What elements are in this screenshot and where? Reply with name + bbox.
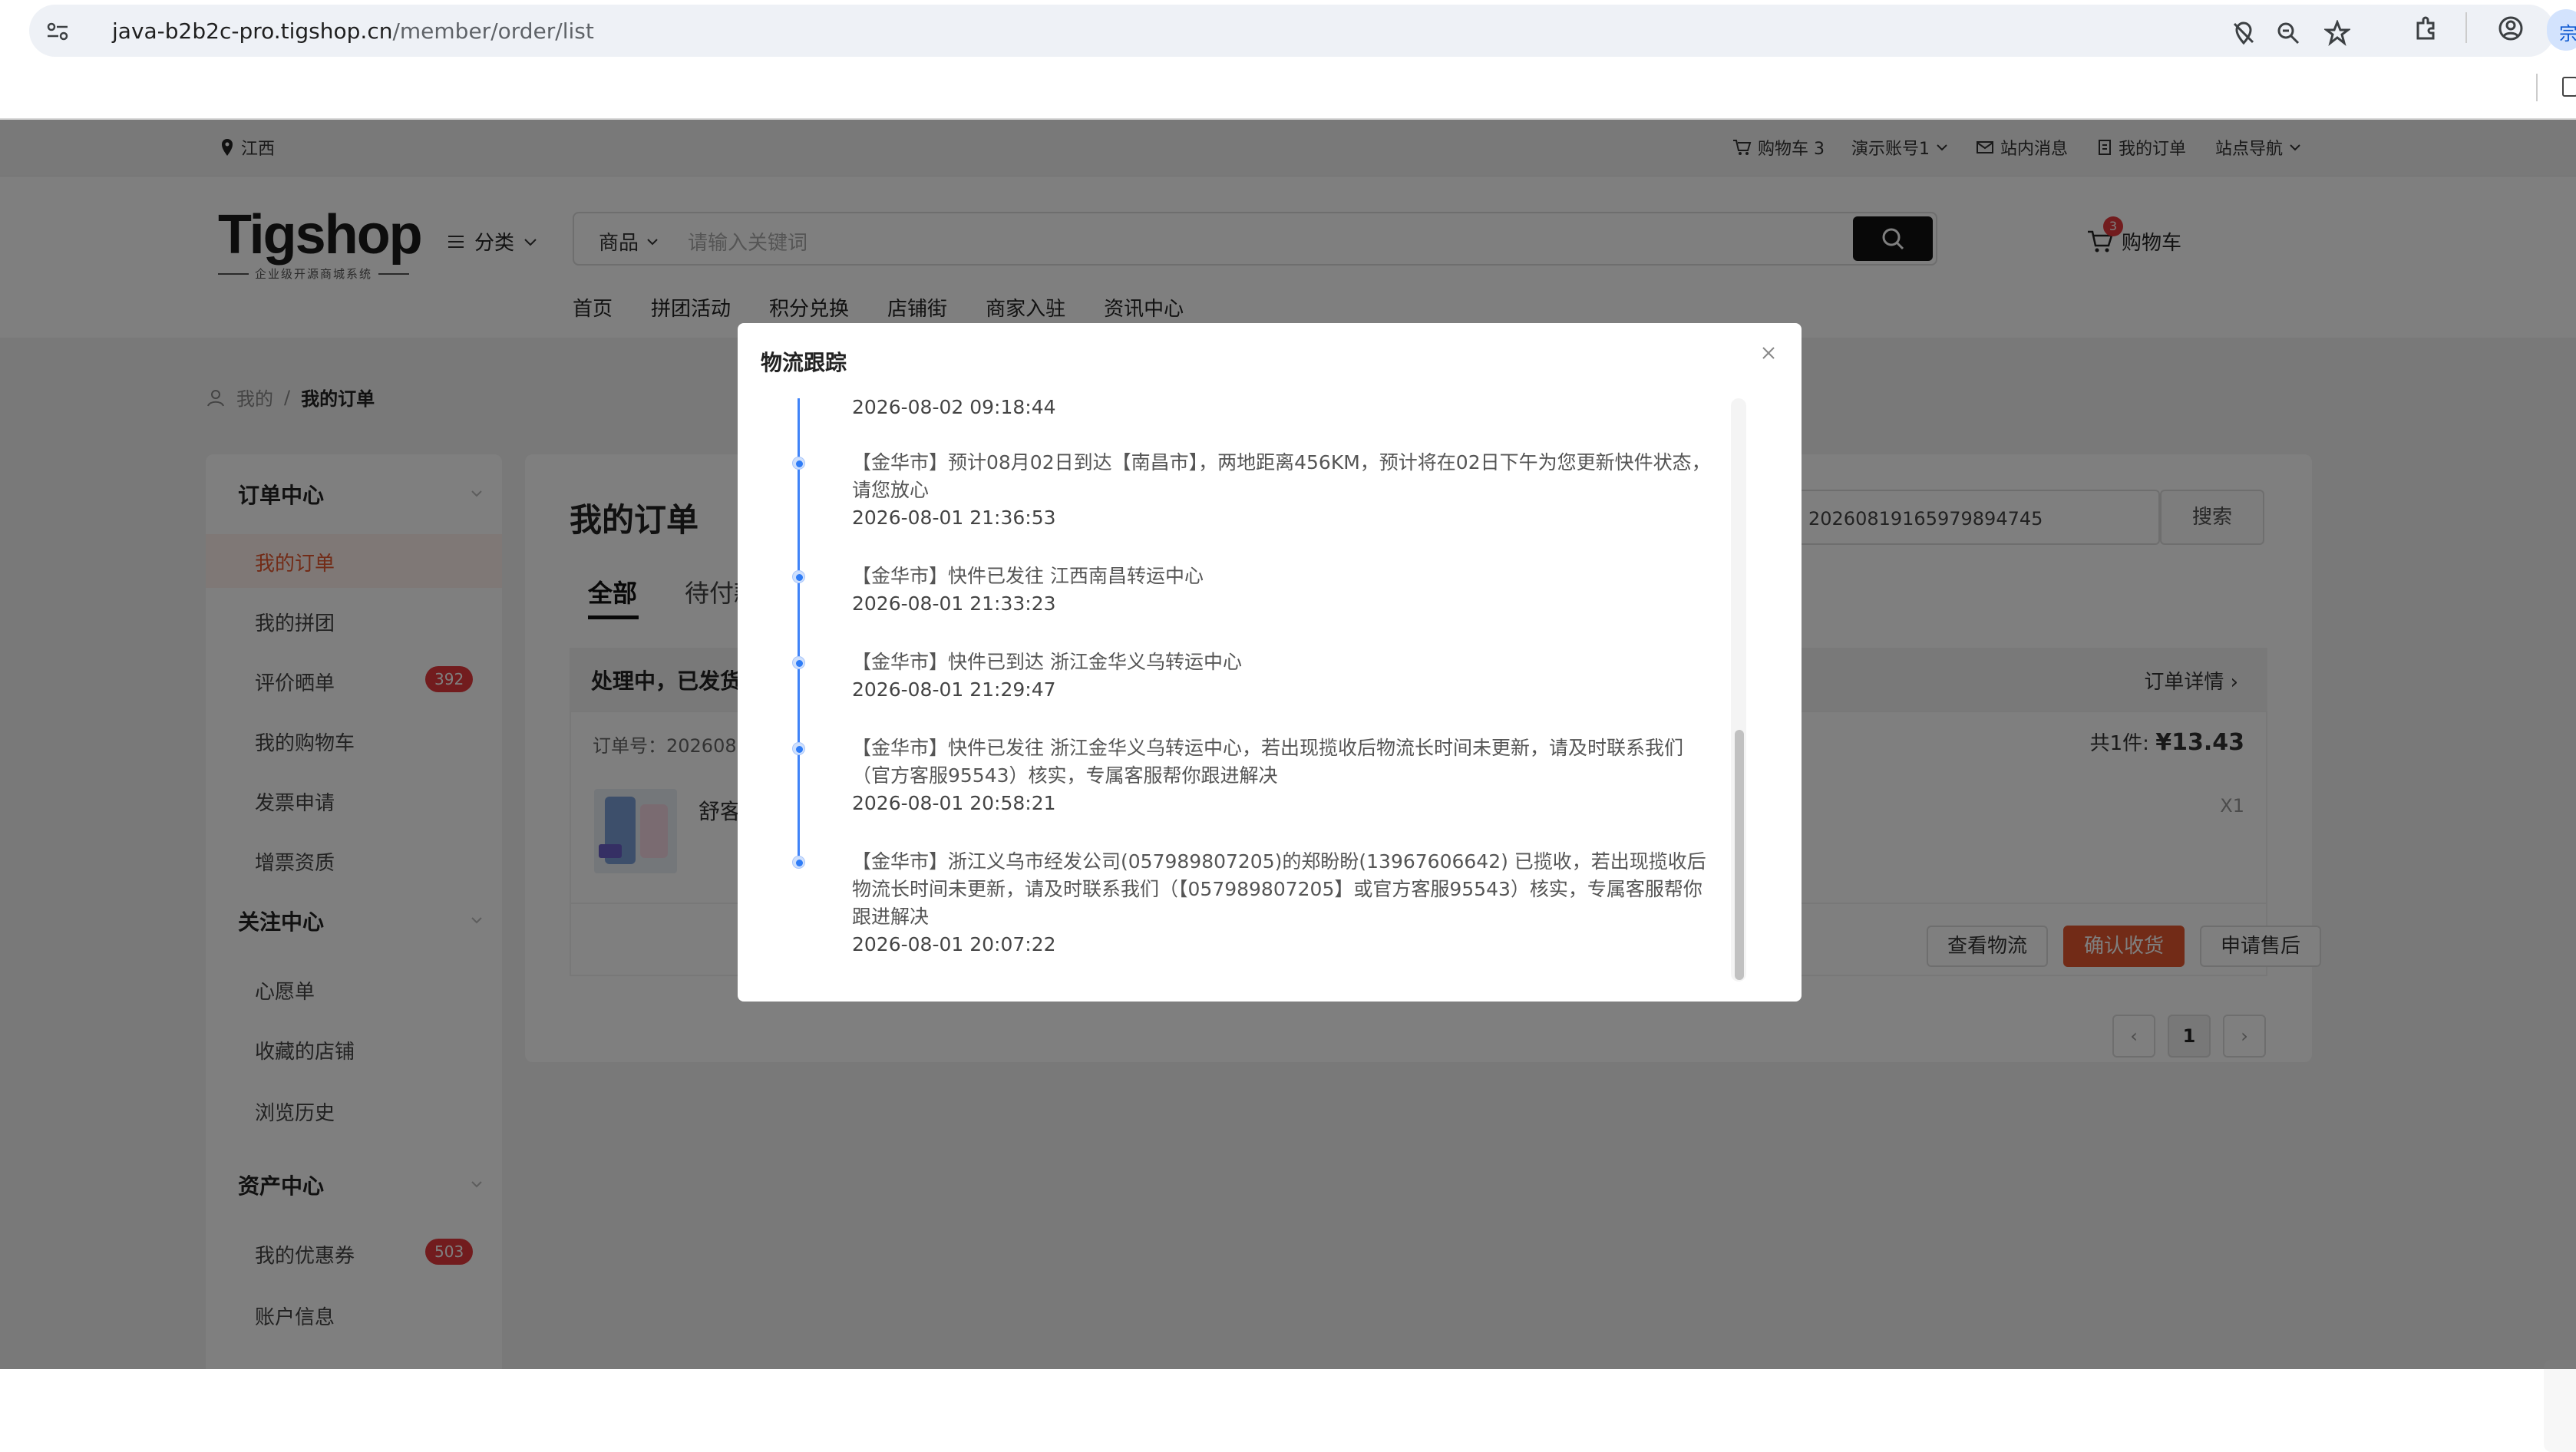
extensions-icon[interactable] — [2413, 15, 2439, 41]
timeline-event: 【金华市】快件已发往 浙江金华义乌转运中心，若出现揽收后物流长时间未更新，请及时… — [852, 734, 1719, 817]
zoom-icon[interactable] — [2275, 20, 2301, 46]
event-time: 2026-08-01 21:33:23 — [852, 592, 1056, 615]
event-time: 2026-08-01 20:58:21 — [852, 792, 1056, 814]
timeline-dot — [792, 656, 805, 669]
profile-icon[interactable] — [2498, 15, 2524, 41]
event-time: 2026-08-01 20:07:22 — [852, 933, 1056, 955]
profile-chip[interactable]: 宗 — [2547, 9, 2576, 51]
modal-title: 物流跟踪 — [761, 350, 847, 375]
bookmark-star-icon[interactable] — [2324, 20, 2350, 46]
logistics-timeline: 2026-08-02 09:18:44 【金华市】预计08月02日到达【南昌市】… — [765, 398, 1755, 983]
timeline-event: 【金华市】快件已到达 浙江金华义乌转运中心 2026-08-01 21:29:4… — [852, 648, 1719, 704]
address-bar[interactable]: java-b2b2c-pro.tigshop.cn/member/order/l… — [29, 5, 2555, 57]
timeline-event: 2026-08-02 09:18:44 — [852, 398, 1719, 421]
timeline-dot — [792, 856, 805, 869]
event-text: 【金华市】预计08月02日到达【南昌市】，两地距离456KM，预计将在02日下午… — [852, 451, 1711, 501]
folder-icon[interactable] — [2562, 77, 2576, 97]
event-text: 【金华市】快件已到达 浙江金华义乌转运中心 — [852, 651, 1242, 673]
event-time: 2026-08-02 09:18:44 — [852, 398, 1056, 418]
bookmarks-divider — [2536, 74, 2538, 101]
scrollbar-thumb[interactable] — [1735, 730, 1744, 980]
timeline-dot — [792, 457, 805, 470]
browser-chrome: java-b2b2c-pro.tigshop.cn/member/order/l… — [0, 0, 2576, 120]
timeline-event: 【金华市】预计08月02日到达【南昌市】，两地距离456KM，预计将在02日下午… — [852, 449, 1719, 532]
toolbar-divider — [2465, 12, 2467, 43]
floating-side-tab[interactable] — [2544, 1360, 2576, 1452]
timeline-event: 【金华市】快件已发往 江西南昌转运中心 2026-08-01 21:33:23 — [852, 563, 1719, 618]
timeline-dot — [792, 742, 805, 755]
site-settings-icon[interactable] — [45, 18, 71, 45]
event-text: 【金华市】浙江义乌市经发公司(057989807205)的郑盼盼(1396760… — [852, 850, 1706, 928]
url-path: /member/order/list — [392, 18, 594, 44]
event-text: 【金华市】快件已发往 浙江金华义乌转运中心，若出现揽收后物流长时间未更新，请及时… — [852, 737, 1683, 787]
event-time: 2026-08-01 21:36:53 — [852, 507, 1056, 529]
close-icon[interactable] — [1759, 343, 1778, 363]
url-host: java-b2b2c-pro.tigshop.cn — [112, 18, 393, 44]
event-text: 【金华市】快件已发往 江西南昌转运中心 — [852, 565, 1204, 587]
location-blocked-icon[interactable] — [2231, 20, 2257, 46]
event-time: 2026-08-01 21:29:47 — [852, 678, 1056, 701]
timeline-event: 【金华市】浙江义乌市经发公司(057989807205)的郑盼盼(1396760… — [852, 848, 1719, 959]
logistics-modal: 物流跟踪 2026-08-02 09:18:44 【金华市】预计08月02日到达… — [738, 323, 1802, 1002]
url-text[interactable]: java-b2b2c-pro.tigshop.cn/member/order/l… — [112, 18, 594, 44]
timeline-dot — [792, 570, 805, 583]
